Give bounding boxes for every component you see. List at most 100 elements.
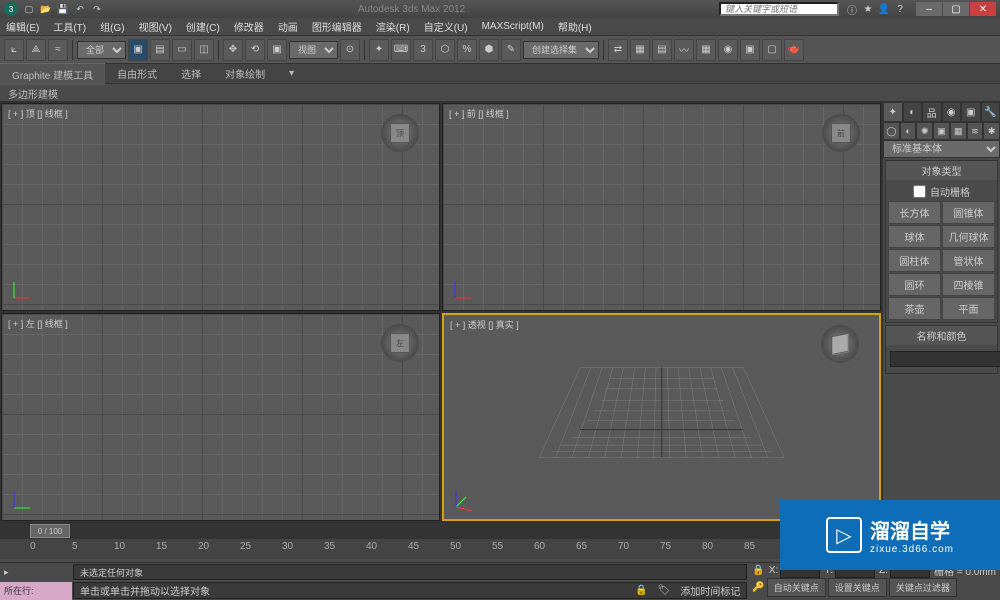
spacewarps-icon[interactable]: ≋ [967, 122, 984, 140]
star-icon[interactable]: ★ [861, 2, 875, 16]
primitive-teapot[interactable]: 茶壶 [888, 297, 941, 320]
rollout-name-color[interactable]: 名称和颜色 [886, 326, 997, 345]
modify-tab-icon[interactable]: ◐ [903, 102, 923, 122]
angle-snap-icon[interactable]: ⬡ [435, 39, 455, 61]
viewcube[interactable]: 左 [381, 324, 419, 362]
save-icon[interactable]: 💾 [56, 2, 70, 16]
tab-graphite[interactable]: Graphite 建模工具 [0, 63, 105, 85]
menu-group[interactable]: 组(G) [100, 19, 124, 34]
help-search-input[interactable] [719, 2, 839, 16]
move-icon[interactable]: ✥ [223, 39, 243, 61]
display-tab-icon[interactable]: ▣ [961, 102, 981, 122]
create-tab-icon[interactable]: ✦ [883, 102, 903, 122]
align-icon[interactable]: ▦ [630, 39, 650, 61]
app-icon[interactable]: 3 [4, 2, 18, 16]
cameras-icon[interactable]: ▣ [933, 122, 950, 140]
menu-help[interactable]: 帮助(H) [558, 19, 592, 34]
ref-coord-system[interactable]: 视图 [289, 41, 338, 59]
menu-grapheditors[interactable]: 图形编辑器 [312, 19, 362, 34]
lock-selection-icon[interactable]: 🔒 [752, 565, 764, 576]
lock-icon[interactable]: 🔒 [635, 585, 647, 596]
motion-tab-icon[interactable]: ◉ [942, 102, 962, 122]
keyboard-icon[interactable]: ⌨ [391, 39, 411, 61]
bind-icon[interactable]: ≈ [48, 39, 68, 61]
help-icon[interactable]: ? [893, 2, 907, 16]
viewport-label[interactable]: [ + ] 透视 [] 真实 ] [450, 318, 519, 331]
rollout-object-type[interactable]: 对象类型 [886, 161, 997, 180]
helpers-icon[interactable]: ▦ [950, 122, 967, 140]
maximize-button[interactable]: ▢ [943, 2, 969, 16]
redo-icon[interactable]: ↷ [90, 2, 104, 16]
selection-filter[interactable]: 全部 [77, 41, 126, 59]
mirror-icon[interactable]: ⇄ [608, 39, 628, 61]
menu-tools[interactable]: 工具(T) [53, 19, 86, 34]
unlink-icon[interactable]: ⟁ [26, 39, 46, 61]
new-icon[interactable]: ▢ [22, 2, 36, 16]
viewcube[interactable]: 顶 [381, 114, 419, 152]
viewport-label[interactable]: [ + ] 左 [] 线框 ] [8, 317, 68, 330]
named-sets-dropdown[interactable]: 创建选择集 [523, 41, 599, 59]
menu-rendering[interactable]: 渲染(R) [376, 19, 410, 34]
select-icon[interactable]: ▣ [128, 39, 148, 61]
viewport-top[interactable]: [ + ] 顶 [] 线框 ] 顶 [1, 103, 440, 311]
viewport-perspective[interactable]: [ + ] 透视 [] 真实 ] [442, 313, 881, 521]
menu-edit[interactable]: 编辑(E) [6, 19, 39, 34]
select-name-icon[interactable]: ▤ [150, 39, 170, 61]
viewport-left[interactable]: [ + ] 左 [] 线框 ] 左 [1, 313, 440, 521]
curve-editor-icon[interactable]: 〰 [674, 39, 694, 61]
category-dropdown[interactable]: 标准基本体 [883, 140, 1000, 158]
primitive-sphere[interactable]: 球体 [888, 225, 941, 248]
schematic-icon[interactable]: ▦ [696, 39, 716, 61]
tab-freeform[interactable]: 自由形式 [105, 63, 169, 84]
menu-create[interactable]: 创建(C) [186, 19, 220, 34]
shapes-icon[interactable]: ◐ [900, 122, 917, 140]
menu-customize[interactable]: 自定义(U) [424, 19, 468, 34]
edit-set-icon[interactable]: ✎ [501, 39, 521, 61]
render-icon[interactable]: 🫖 [784, 39, 804, 61]
utilities-tab-icon[interactable]: 🔧 [981, 102, 1000, 122]
systems-icon[interactable]: ✱ [983, 122, 1000, 140]
render-setup-icon[interactable]: ▣ [740, 39, 760, 61]
select-rect-icon[interactable]: ▭ [172, 39, 192, 61]
link-icon[interactable]: ⟀ [4, 39, 24, 61]
ribbon-expand-icon[interactable]: ▾ [277, 65, 306, 82]
layers-icon[interactable]: ▤ [652, 39, 672, 61]
primitive-geosphere[interactable]: 几何球体 [942, 225, 995, 248]
viewport-label[interactable]: [ + ] 顶 [] 线框 ] [8, 107, 68, 120]
window-crossing-icon[interactable]: ◫ [194, 39, 214, 61]
viewport-front[interactable]: [ + ] 前 [] 线框 ] 前 [442, 103, 881, 311]
pivot-icon[interactable]: ⊙ [340, 39, 360, 61]
tab-selection[interactable]: 选择 [169, 63, 213, 84]
primitive-tube[interactable]: 管状体 [942, 249, 995, 272]
geometry-icon[interactable]: ◯ [883, 122, 900, 140]
primitive-pyramid[interactable]: 四棱锥 [942, 273, 995, 296]
menu-maxscript[interactable]: MAXScript(M) [482, 21, 544, 32]
open-icon[interactable]: 📂 [39, 2, 53, 16]
viewcube[interactable]: 前 [822, 114, 860, 152]
primitive-torus[interactable]: 圆环 [888, 273, 941, 296]
percent-snap-icon[interactable]: % [457, 39, 477, 61]
autogrid-checkbox[interactable] [913, 185, 926, 198]
menu-animation[interactable]: 动画 [278, 19, 298, 34]
spinner-snap-icon[interactable]: ⬢ [479, 39, 499, 61]
keyfilter-button[interactable]: 关键点过滤器 [889, 578, 957, 597]
rotate-icon[interactable]: ⟲ [245, 39, 265, 61]
key-icon[interactable]: 🔑 [752, 582, 764, 593]
menu-views[interactable]: 视图(V) [139, 19, 172, 34]
setkey-button[interactable]: 设置关键点 [828, 578, 887, 597]
scale-icon[interactable]: ▣ [267, 39, 287, 61]
primitive-plane[interactable]: 平面 [942, 297, 995, 320]
info-icon[interactable]: ⓘ [845, 2, 859, 16]
lights-icon[interactable]: ✺ [916, 122, 933, 140]
close-button[interactable]: ✕ [970, 2, 996, 16]
render-frame-icon[interactable]: ▢ [762, 39, 782, 61]
time-slider-handle[interactable]: 0 / 100 [30, 524, 70, 538]
viewcube[interactable] [821, 325, 859, 363]
user-icon[interactable]: 👤 [877, 2, 891, 16]
object-name-input[interactable] [890, 351, 1000, 367]
tab-objectpaint[interactable]: 对象绘制 [213, 63, 277, 84]
primitive-box[interactable]: 长方体 [888, 201, 941, 224]
primitive-cone[interactable]: 圆锥体 [942, 201, 995, 224]
undo-icon[interactable]: ↶ [73, 2, 87, 16]
material-icon[interactable]: ◉ [718, 39, 738, 61]
